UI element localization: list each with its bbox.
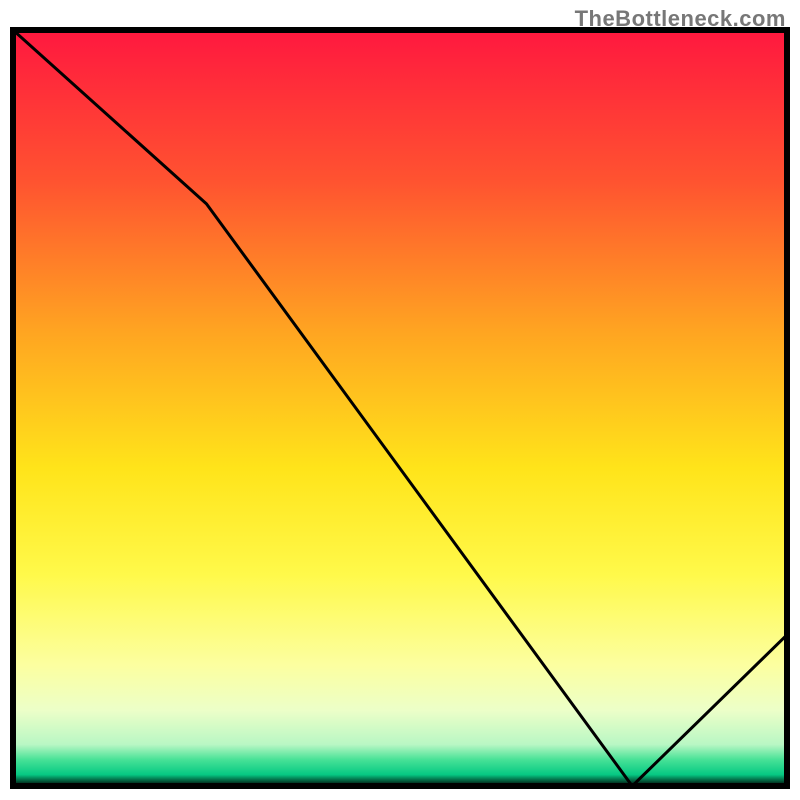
chart-container: TheBottleneck.com <box>0 0 800 800</box>
watermark-text: TheBottleneck.com <box>575 6 786 32</box>
bottleneck-chart <box>0 0 800 800</box>
plot-background <box>13 30 787 786</box>
